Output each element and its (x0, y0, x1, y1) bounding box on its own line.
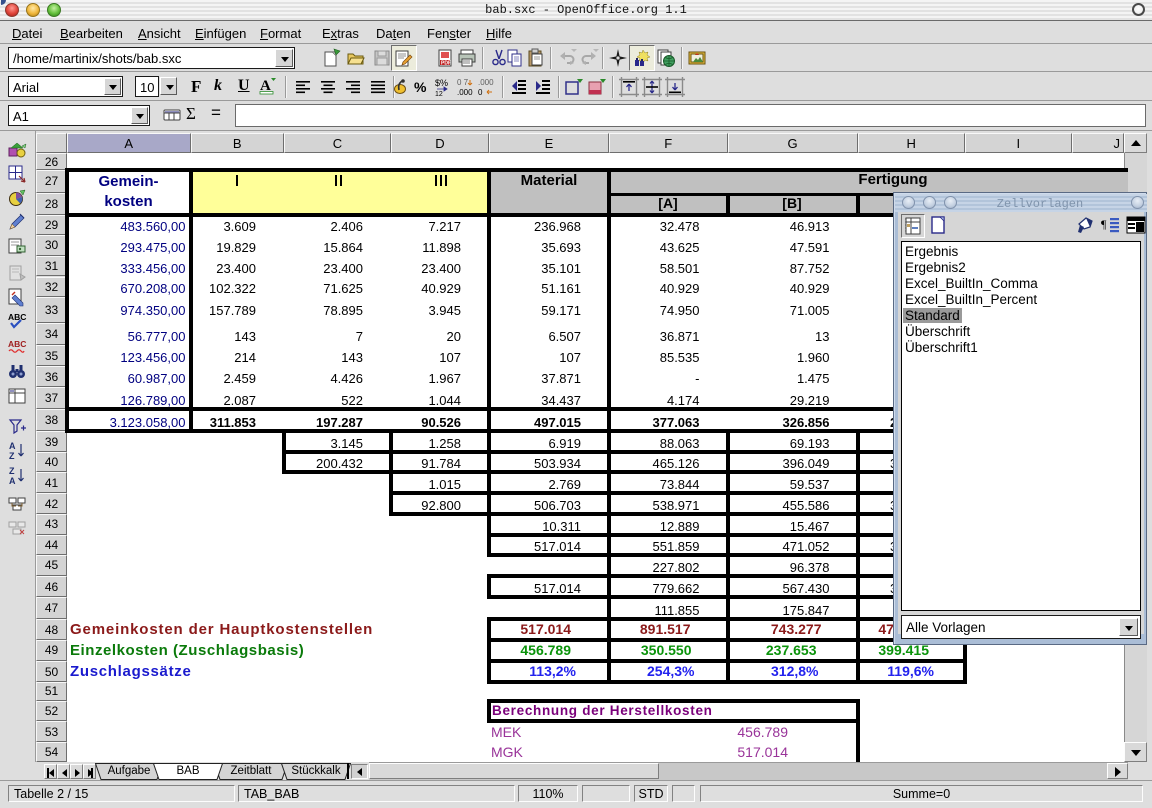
svg-text:Z: Z (9, 451, 15, 460)
svg-text:A: A (9, 476, 16, 485)
svg-text:PDF: PDF (441, 61, 451, 67)
svg-text:12: 12 (435, 91, 443, 97)
svg-text:0: 0 (478, 88, 483, 97)
svg-text:¶: ¶ (1101, 217, 1107, 231)
svg-text:%: % (414, 79, 427, 95)
svg-text:ABC: ABC (8, 339, 26, 349)
svg-text:ABC: ABC (8, 312, 26, 322)
svg-text:Z: Z (9, 466, 15, 476)
svg-text:.000: .000 (457, 88, 473, 97)
svg-text:.000: .000 (478, 78, 494, 87)
svg-text:A: A (9, 441, 16, 451)
svg-text:0 7: 0 7 (457, 78, 469, 87)
svg-text:$%: $% (435, 78, 448, 88)
